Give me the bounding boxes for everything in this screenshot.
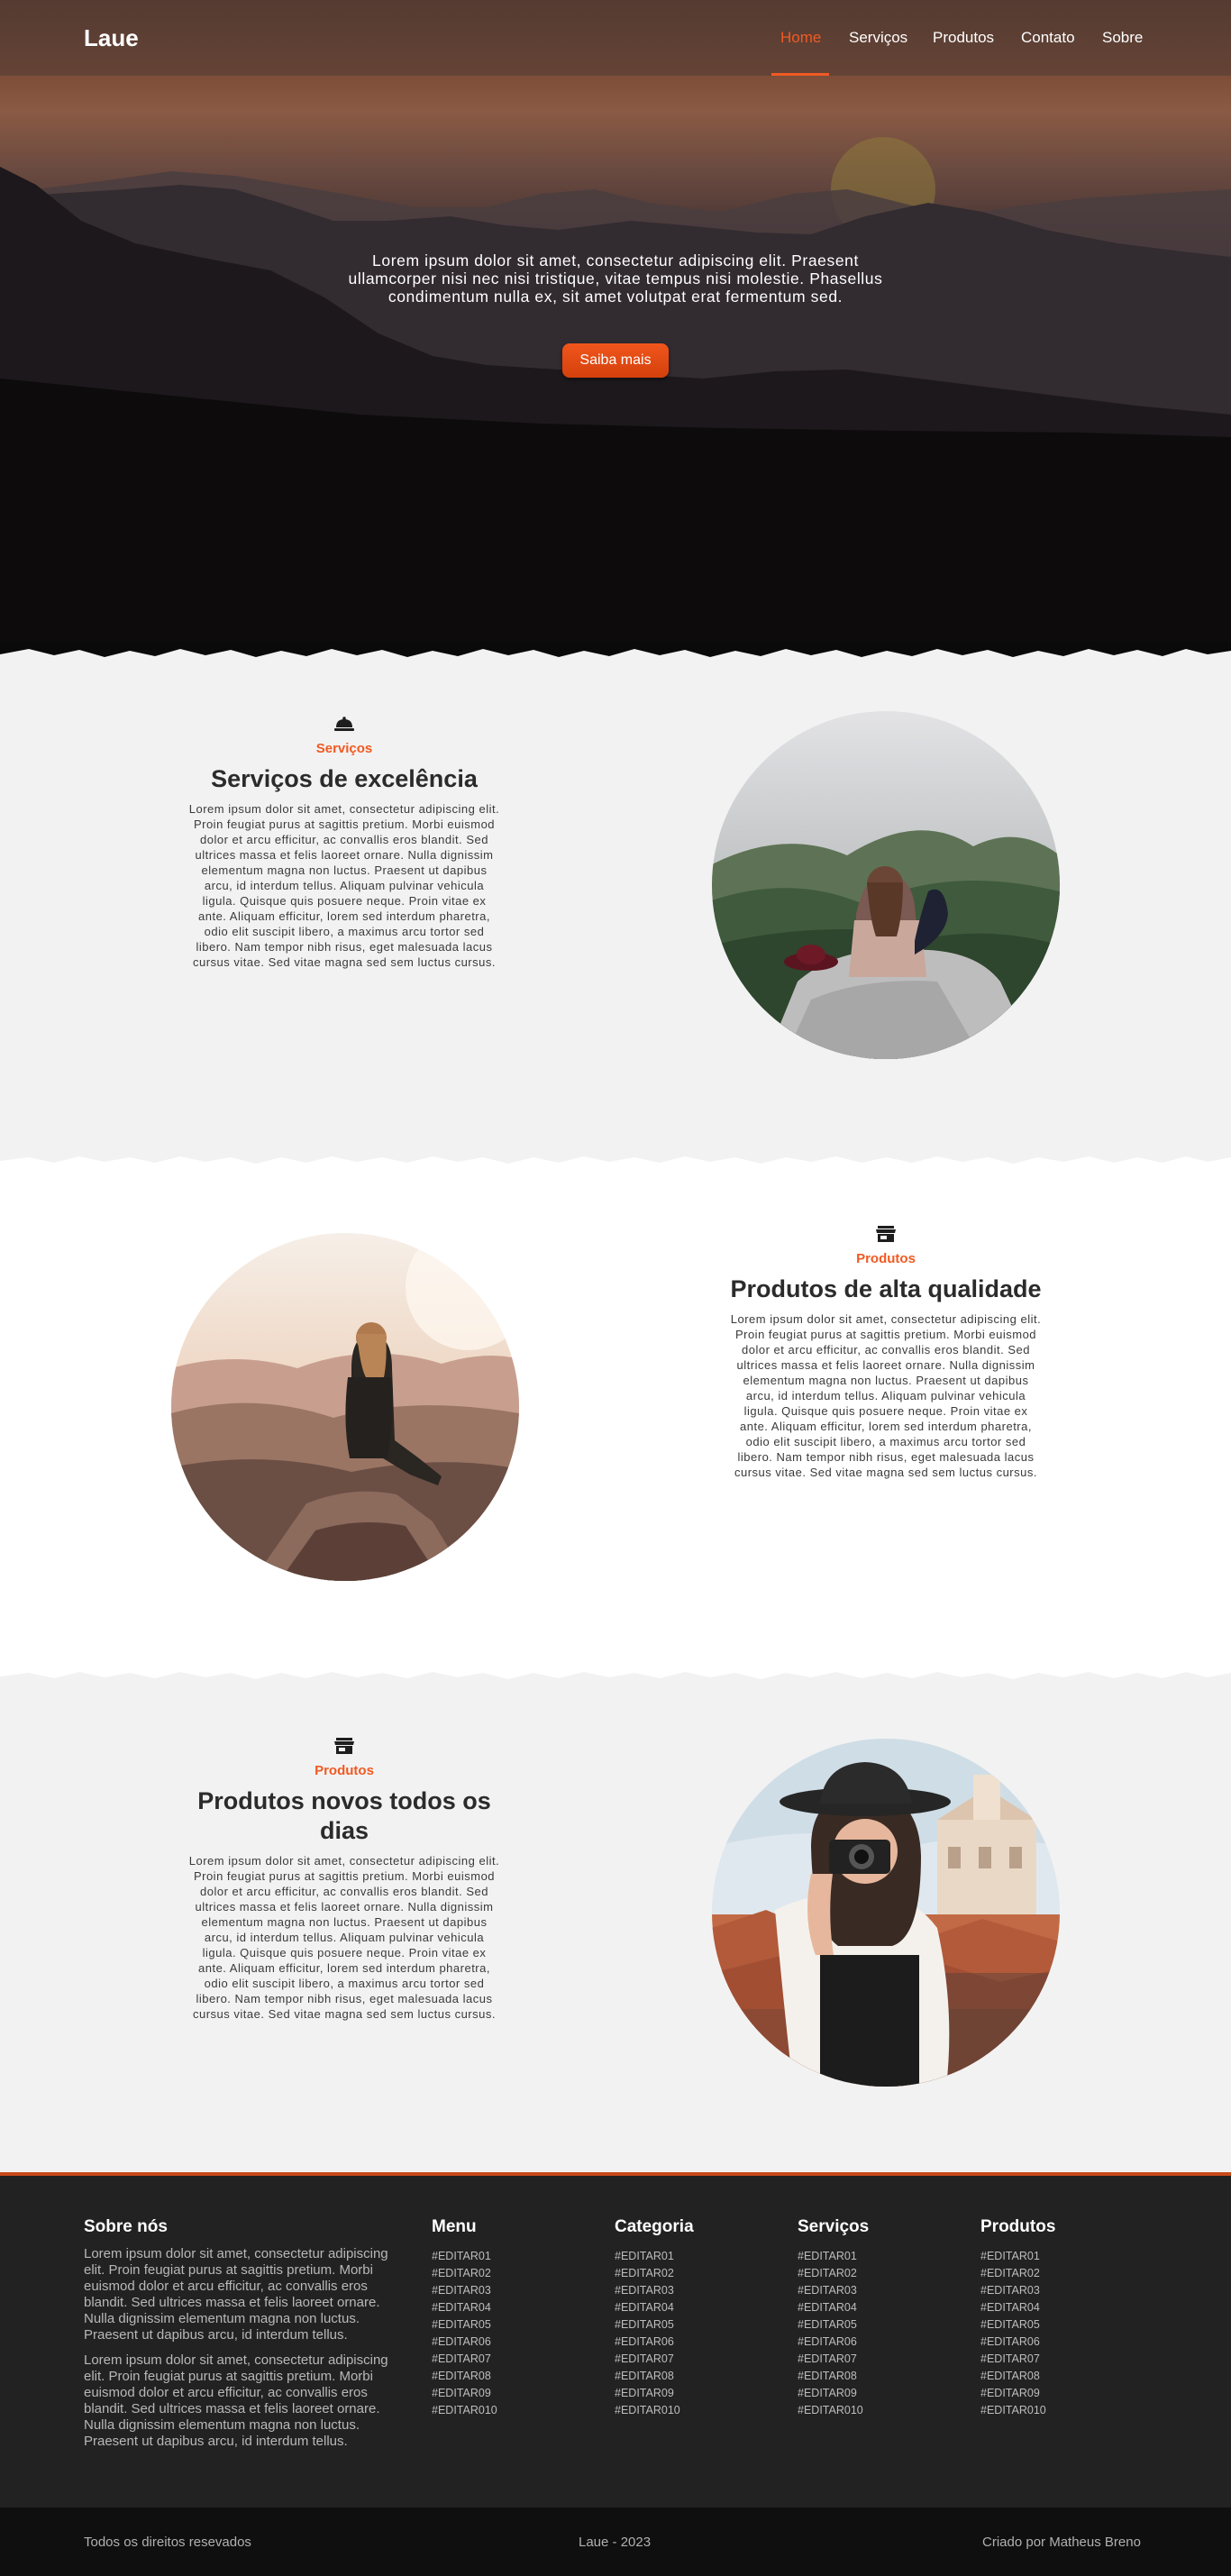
footer-link[interactable]: #EDITAR05 (798, 2316, 869, 2334)
footer-link[interactable]: #EDITAR05 (615, 2316, 694, 2334)
footer-link[interactable]: #EDITAR010 (615, 2402, 694, 2419)
top-navbar: Laue Home Serviços Produtos Contato Sobr… (0, 0, 1231, 76)
footer-about-paragraph: Lorem ipsum dolor sit amet, consectetur … (84, 2352, 388, 2449)
nav-active-indicator (771, 73, 829, 76)
footer-link[interactable]: #EDITAR010 (432, 2402, 497, 2419)
rights-text: Todos os direitos resevados (84, 2535, 251, 2550)
footer-link[interactable]: #EDITAR03 (615, 2282, 694, 2299)
footer-link[interactable]: #EDITAR01 (615, 2248, 694, 2265)
footer-about-paragraph: Lorem ipsum dolor sit amet, consectetur … (84, 2246, 388, 2343)
footer-link[interactable]: #EDITAR07 (615, 2351, 694, 2368)
section-servicos: Serviços Serviços de excelência Lorem ip… (0, 642, 1231, 1161)
mountain-landscape (0, 137, 1231, 654)
woman-with-camera-photo (712, 1739, 1060, 2087)
footer-link[interactable]: #EDITAR02 (432, 2265, 497, 2282)
nav-item-servicos[interactable]: Serviços (849, 29, 907, 47)
footer-link[interactable]: #EDITAR03 (980, 2282, 1055, 2299)
section-eyebrow: Produtos (856, 1251, 916, 1266)
servicos-text-block: Serviços Serviços de excelência Lorem ip… (188, 716, 500, 970)
footer-link[interactable]: #EDITAR05 (432, 2316, 497, 2334)
footer-produtos-column: Produtos #EDITAR01 #EDITAR02 #EDITAR03 #EDI… (980, 2217, 1055, 2419)
nav-item-produtos[interactable]: Produtos (933, 29, 994, 47)
footer-link[interactable]: #EDITAR07 (980, 2351, 1055, 2368)
produtos-novos-text-block: Produtos Produtos novos todos os dias Lo… (188, 1738, 500, 2022)
footer-link[interactable]: #EDITAR010 (798, 2402, 869, 2419)
footer-link[interactable]: #EDITAR08 (980, 2368, 1055, 2385)
section-produtos-qualidade: Produtos Produtos de alta qualidade Lore… (0, 1148, 1231, 1676)
footer-link[interactable]: #EDITAR06 (980, 2334, 1055, 2351)
footer-link-list: #EDITAR01 #EDITAR02 #EDITAR03 #EDITAR04 #EDI… (980, 2248, 1055, 2419)
footer-column-title: Menu (432, 2217, 477, 2236)
woman-on-mountain-photo (171, 1233, 519, 1581)
footer-column-title: Produtos (980, 2217, 1056, 2236)
hero-banner: Laue Home Serviços Produtos Contato Sobr… (0, 0, 1231, 654)
footer-link[interactable]: #EDITAR02 (615, 2265, 694, 2282)
nav-item-home[interactable]: Home (780, 29, 821, 47)
footer-link[interactable]: #EDITAR09 (798, 2385, 869, 2402)
copyright-bar: Todos os direitos resevados Laue - 2023 … (0, 2507, 1231, 2576)
footer-link[interactable]: #EDITAR04 (798, 2299, 869, 2316)
saiba-mais-button[interactable]: Saiba mais (562, 343, 669, 378)
footer-link[interactable]: #EDITAR01 (798, 2248, 869, 2265)
footer-servicos-column: Serviços #EDITAR01 #EDITAR02 #EDITAR03 #EDI… (798, 2217, 869, 2419)
footer-link[interactable]: #EDITAR01 (432, 2248, 497, 2265)
footer-link-list: #EDITAR01 #EDITAR02 #EDITAR03 #EDITAR04 #EDI… (615, 2248, 694, 2419)
section-heading: Produtos de alta qualidade (730, 1275, 1042, 1302)
store-icon (876, 1226, 896, 1242)
section-body: Lorem ipsum dolor sit amet, consectetur … (730, 1312, 1042, 1479)
brand-logo[interactable]: Laue (84, 24, 139, 52)
section-body: Lorem ipsum dolor sit amet, consectetur … (188, 1854, 500, 2021)
bell-icon (334, 717, 354, 731)
produtos-qualidade-text-block: Produtos Produtos de alta qualidade Lore… (730, 1226, 1042, 1480)
footer-link[interactable]: #EDITAR06 (615, 2334, 694, 2351)
footer-link[interactable]: #EDITAR06 (432, 2334, 497, 2351)
nav-item-sobre[interactable]: Sobre (1102, 29, 1143, 47)
footer-column-title: Sobre nós (84, 2217, 168, 2236)
footer-link[interactable]: #EDITAR08 (432, 2368, 497, 2385)
footer-link[interactable]: #EDITAR08 (798, 2368, 869, 2385)
footer-link[interactable]: #EDITAR09 (615, 2385, 694, 2402)
nav-item-contato[interactable]: Contato (1021, 29, 1075, 47)
section-produtos-novos: Produtos Produtos novos todos os dias Lo… (0, 1664, 1231, 2172)
footer-column-title: Serviços (798, 2217, 870, 2236)
hero-description: Lorem ipsum dolor sit amet, consectetur … (348, 251, 883, 306)
footer-link[interactable]: #EDITAR04 (980, 2299, 1055, 2316)
torn-edge-divider (0, 1664, 1231, 1679)
section-heading: Serviços de excelência (211, 765, 478, 792)
section-body: Lorem ipsum dolor sit amet, consectetur … (188, 802, 500, 969)
footer-categoria-column: Categoria #EDITAR01 #EDITAR02 #EDITAR03 #ED… (615, 2217, 694, 2419)
footer-menu-column: Menu #EDITAR01 #EDITAR02 #EDITAR03 #EDITAR0… (432, 2217, 497, 2419)
torn-edge-divider (0, 1148, 1231, 1164)
footer-link[interactable]: #EDITAR02 (798, 2265, 869, 2282)
footer-link[interactable]: #EDITAR08 (615, 2368, 694, 2385)
footer-link[interactable]: #EDITAR05 (980, 2316, 1055, 2334)
footer-link[interactable]: #EDITAR07 (798, 2351, 869, 2368)
brand-year-text: Laue - 2023 (579, 2535, 652, 2550)
footer-link[interactable]: #EDITAR02 (980, 2265, 1055, 2282)
footer-column-title: Categoria (615, 2217, 694, 2236)
footer-link[interactable]: #EDITAR09 (980, 2385, 1055, 2402)
footer-about-column: Sobre nós Lorem ipsum dolor sit amet, co… (84, 2217, 404, 2450)
woman-on-rock-photo (712, 711, 1060, 1059)
footer-link[interactable]: #EDITAR06 (798, 2334, 869, 2351)
store-icon (334, 1738, 354, 1754)
footer-link-list: #EDITAR01 #EDITAR02 #EDITAR03 #EDITAR04 #EDI… (798, 2248, 869, 2419)
footer-about-text: Lorem ipsum dolor sit amet, consectetur … (84, 2246, 404, 2450)
footer-link[interactable]: #EDITAR04 (615, 2299, 694, 2316)
footer-link[interactable]: #EDITAR09 (432, 2385, 497, 2402)
section-heading: Produtos novos todos os dias (197, 1787, 491, 1844)
footer-link[interactable]: #EDITAR04 (432, 2299, 497, 2316)
footer-link[interactable]: #EDITAR010 (980, 2402, 1055, 2419)
footer-link[interactable]: #EDITAR03 (798, 2282, 869, 2299)
author-credit: Criado por Matheus Breno (982, 2535, 1141, 2550)
footer-link[interactable]: #EDITAR01 (980, 2248, 1055, 2265)
footer-link-list: #EDITAR01 #EDITAR02 #EDITAR03 #EDITAR04 #EDI… (432, 2248, 497, 2419)
footer-link[interactable]: #EDITAR03 (432, 2282, 497, 2299)
site-footer: Sobre nós Lorem ipsum dolor sit amet, co… (0, 2172, 1231, 2507)
footer-link[interactable]: #EDITAR07 (432, 2351, 497, 2368)
torn-edge-divider (0, 642, 1231, 657)
section-eyebrow: Serviços (315, 741, 373, 756)
section-eyebrow: Produtos (315, 1763, 374, 1778)
